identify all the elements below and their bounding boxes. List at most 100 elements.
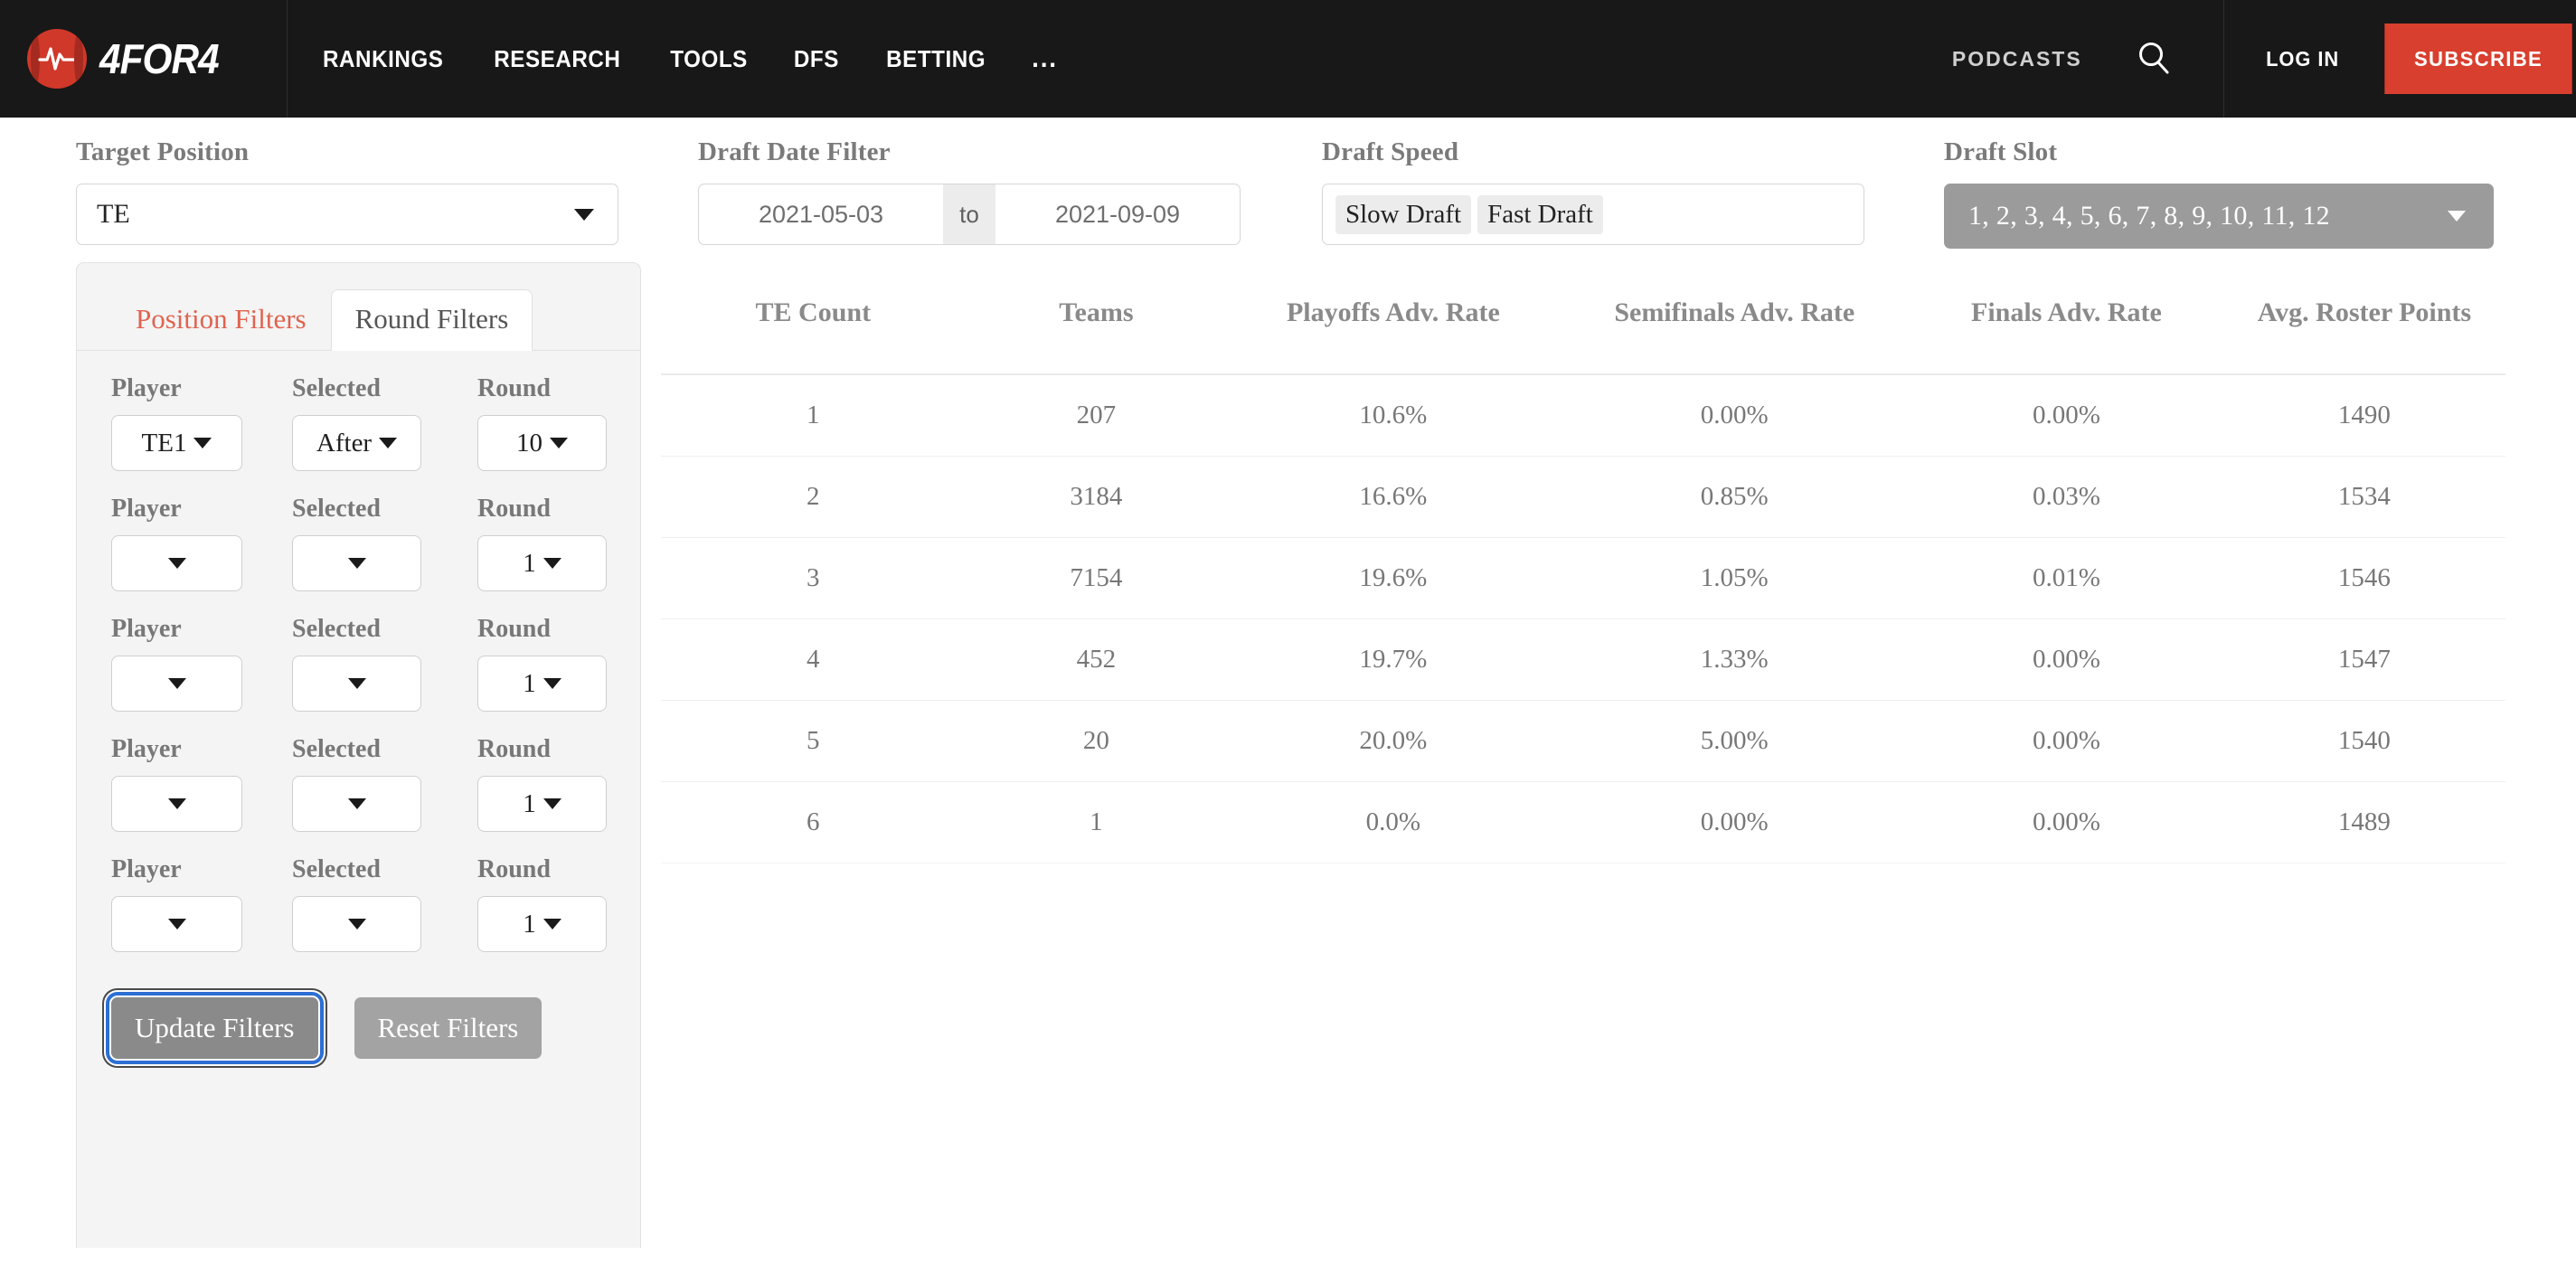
player-select[interactable]: [111, 656, 242, 712]
update-filters-button[interactable]: Update Filters: [106, 992, 324, 1064]
selected-select[interactable]: [292, 656, 421, 712]
draft-speed-tag-slow[interactable]: Slow Draft: [1335, 194, 1472, 234]
selected-select[interactable]: After: [292, 415, 421, 471]
draft-date-range: 2021-05-03 to 2021-09-09: [698, 184, 1241, 245]
selected-label: Selected: [292, 735, 381, 763]
login-link[interactable]: LOG IN: [2228, 47, 2377, 71]
cell-finals-adv-rate: 0.00%: [1910, 618, 2223, 701]
player-select[interactable]: [111, 776, 242, 832]
selected-column: Selected: [292, 495, 477, 591]
filter-tabs: Position Filters Round Filters: [77, 263, 640, 351]
nav-item-research[interactable]: RESEARCH: [495, 45, 621, 73]
cell-te-count: 5: [661, 700, 966, 782]
cell-semifinals-adv-rate: 0.85%: [1559, 456, 1911, 538]
page-body: Position Filters Round Filters Player TE…: [0, 262, 2576, 1248]
results-table-area: TE Count Teams Playoffs Adv. Rate Semifi…: [661, 262, 2505, 863]
player-select[interactable]: [111, 535, 242, 591]
column-header-semifinals-adv-rate[interactable]: Semifinals Adv. Rate: [1559, 288, 1911, 375]
chevron-down-icon: [543, 919, 561, 930]
round-label: Round: [477, 495, 551, 523]
draft-date-separator: to: [943, 184, 995, 244]
filter-row: Player TE1 Selected After Round 10: [77, 374, 640, 471]
round-select[interactable]: 1: [477, 896, 607, 952]
chevron-down-icon: [543, 558, 561, 569]
draft-date-to-input[interactable]: 2021-09-09: [995, 184, 1240, 244]
tab-position-filters[interactable]: Position Filters: [111, 289, 331, 351]
chevron-down-icon: [543, 798, 561, 809]
cell-playoffs-adv-rate: 19.7%: [1227, 618, 1560, 701]
search-icon[interactable]: [2126, 31, 2182, 87]
cell-teams: 20: [965, 700, 1228, 782]
table-row: 3 7154 19.6% 1.05% 0.01% 1546: [661, 537, 2505, 619]
target-position-group: Target Position TE: [76, 137, 618, 262]
cell-finals-adv-rate: 0.00%: [1910, 700, 2223, 782]
cell-finals-adv-rate: 0.00%: [1910, 781, 2223, 863]
cell-avg-roster-points: 1489: [2222, 781, 2505, 863]
player-column: Player: [111, 615, 292, 712]
draft-slot-value: 1, 2, 3, 4, 5, 6, 7, 8, 9, 10, 11, 12: [1968, 201, 2330, 231]
draft-speed-multiselect[interactable]: Slow Draft Fast Draft: [1322, 184, 1864, 245]
heartbeat-circle-icon: [27, 29, 87, 89]
tab-round-filters[interactable]: Round Filters: [330, 289, 533, 351]
cell-semifinals-adv-rate: 0.00%: [1559, 781, 1911, 863]
nav-item-dfs[interactable]: DFS: [794, 45, 839, 73]
round-column: Round 1: [477, 735, 613, 832]
brand-logo-link[interactable]: 4FOR4: [0, 0, 288, 118]
cell-semifinals-adv-rate: 5.00%: [1559, 700, 1911, 782]
column-header-finals-adv-rate[interactable]: Finals Adv. Rate: [1910, 288, 2223, 375]
table-row: 4 452 19.7% 1.33% 0.00% 1547: [661, 618, 2505, 701]
round-value: 1: [523, 548, 536, 578]
nav-item-betting[interactable]: BETTING: [886, 45, 986, 73]
player-select[interactable]: TE1: [111, 415, 242, 471]
cell-semifinals-adv-rate: 1.05%: [1559, 537, 1911, 619]
column-header-te-count[interactable]: TE Count: [661, 288, 966, 375]
selected-select[interactable]: [292, 535, 421, 591]
reset-filters-button[interactable]: Reset Filters: [354, 997, 543, 1059]
selected-value: After: [316, 428, 373, 458]
cell-te-count: 4: [661, 618, 966, 701]
cell-teams: 3184: [965, 456, 1228, 538]
selected-select[interactable]: [292, 776, 421, 832]
cell-playoffs-adv-rate: 0.0%: [1227, 781, 1560, 863]
chevron-down-icon: [347, 919, 366, 930]
round-select[interactable]: 1: [477, 776, 607, 832]
podcasts-link[interactable]: PODCASTS: [1952, 47, 2082, 71]
column-header-avg-roster-points[interactable]: Avg. Roster Points: [2222, 288, 2505, 375]
nav-item-more[interactable]: ...: [1033, 43, 1059, 74]
column-header-playoffs-adv-rate[interactable]: Playoffs Adv. Rate: [1227, 288, 1560, 375]
round-value: 1: [523, 909, 536, 939]
cell-te-count: 1: [661, 373, 966, 457]
round-select[interactable]: 1: [477, 656, 607, 712]
round-select[interactable]: 1: [477, 535, 607, 591]
round-label: Round: [477, 855, 551, 883]
selected-column: Selected After: [292, 374, 477, 471]
round-value: 1: [523, 788, 536, 818]
subscribe-button[interactable]: SUBSCRIBE: [2384, 24, 2572, 94]
cell-avg-roster-points: 1547: [2222, 618, 2505, 701]
draft-slot-select[interactable]: 1, 2, 3, 4, 5, 6, 7, 8, 9, 10, 11, 12: [1944, 184, 2494, 249]
target-position-value: TE: [97, 199, 130, 229]
cell-te-count: 6: [661, 781, 966, 863]
cell-playoffs-adv-rate: 10.6%: [1227, 373, 1560, 457]
nav-item-rankings[interactable]: RANKINGS: [323, 45, 443, 73]
chevron-down-icon: [379, 438, 398, 448]
table-row: 1 207 10.6% 0.00% 0.00% 1490: [661, 373, 2505, 457]
column-header-teams[interactable]: Teams: [965, 288, 1228, 375]
round-select[interactable]: 10: [477, 415, 607, 471]
chevron-down-icon: [347, 558, 366, 569]
cell-te-count: 2: [661, 456, 966, 538]
selected-select[interactable]: [292, 896, 421, 952]
round-label: Round: [477, 615, 551, 643]
cell-te-count: 3: [661, 537, 966, 619]
draft-speed-tag-fast[interactable]: Fast Draft: [1477, 194, 1603, 234]
target-position-select[interactable]: TE: [76, 184, 618, 245]
player-select[interactable]: [111, 896, 242, 952]
selected-label: Selected: [292, 374, 381, 402]
chevron-down-icon: [167, 678, 186, 689]
target-position-label: Target Position: [76, 137, 250, 166]
draft-date-from-input[interactable]: 2021-05-03: [699, 184, 943, 244]
player-label: Player: [111, 374, 182, 402]
chevron-down-icon: [347, 678, 366, 689]
nav-item-tools[interactable]: TOOLS: [670, 45, 748, 73]
round-column: Round 1: [477, 615, 613, 712]
